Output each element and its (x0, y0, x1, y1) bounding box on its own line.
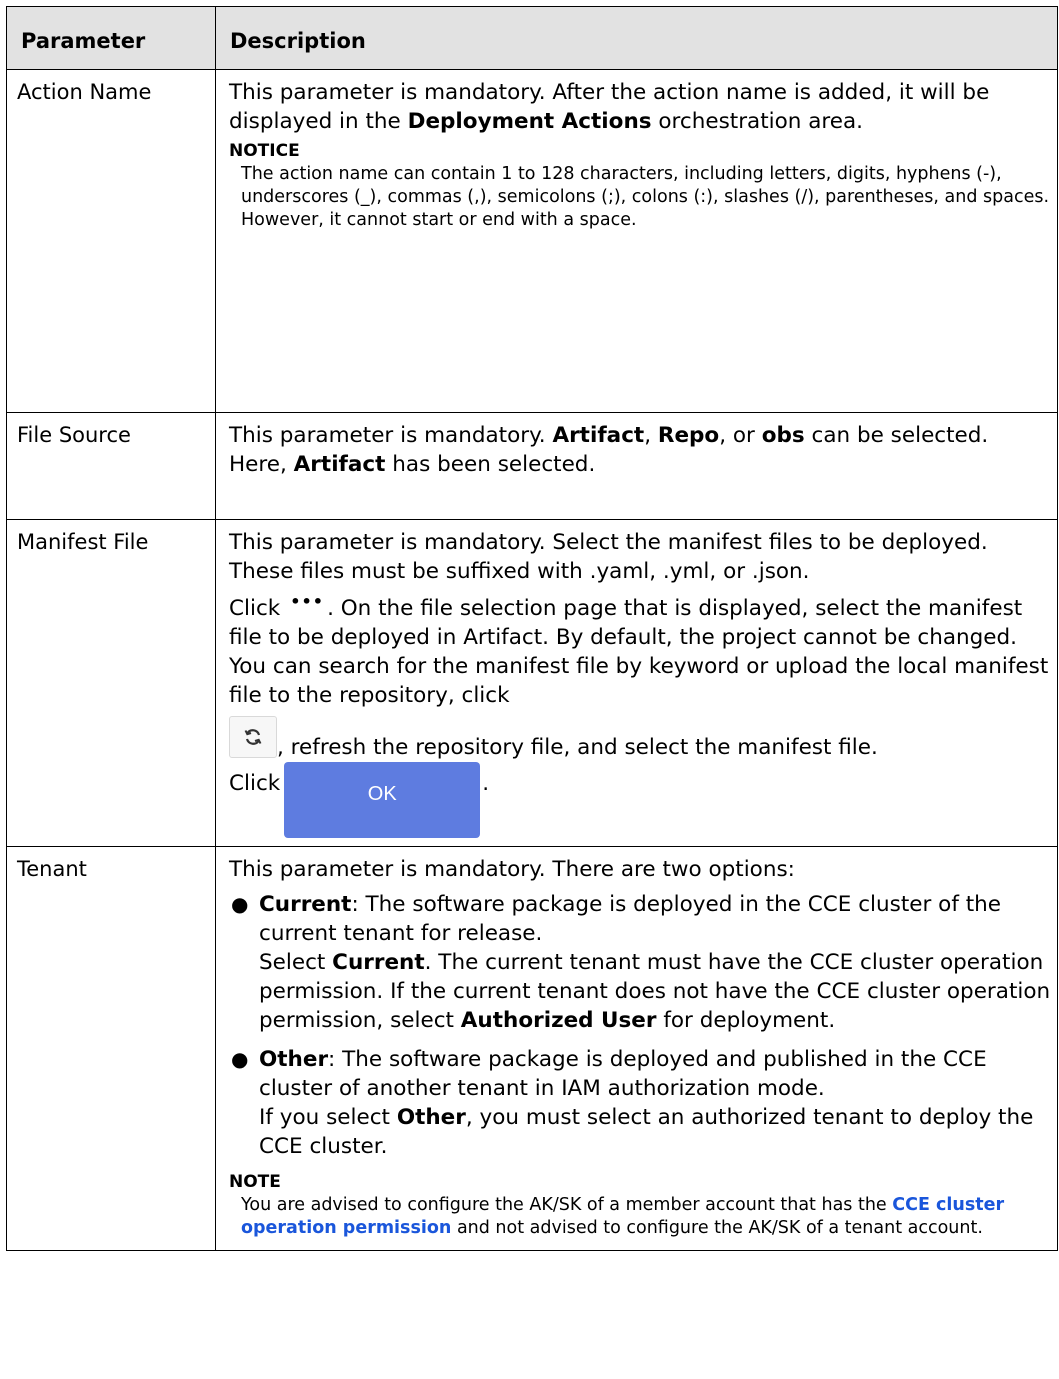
deployment-actions-term: Deployment Actions (407, 109, 652, 134)
desc-action-name: This parameter is mandatory. After the a… (215, 69, 1058, 413)
bullet-icon: ● (231, 1047, 249, 1071)
ok-button-image: OK (284, 762, 481, 838)
file-source-text: This parameter is mandatory. Artifact, R… (229, 423, 989, 477)
table-row: Action Name This parameter is mandatory.… (6, 69, 1058, 413)
notice-body: The action name can contain 1 to 128 cha… (241, 164, 1050, 230)
desc-tenant: This parameter is mandatory. There are t… (215, 846, 1058, 1251)
bullet-icon: ● (231, 892, 249, 916)
desc-manifest-file: This parameter is mandatory. Select the … (215, 519, 1058, 847)
param-manifest-file: Manifest File (6, 519, 216, 847)
manifest-intro: This parameter is mandatory. Select the … (229, 530, 988, 584)
param-tenant: Tenant (6, 846, 216, 1251)
param-file-source: File Source (6, 412, 216, 520)
more-icon: ••• (290, 592, 324, 611)
tenant-intro: This parameter is mandatory. There are t… (229, 857, 795, 882)
refresh-icon (229, 716, 277, 758)
header-description: Description (215, 6, 1058, 70)
table-row: Manifest File This parameter is mandator… (6, 519, 1058, 847)
note-body: You are advised to configure the AK/SK o… (241, 1195, 1005, 1238)
table-row: Tenant This parameter is mandatory. Ther… (6, 846, 1058, 1251)
note-title: NOTE (229, 1172, 281, 1192)
list-item: ● Current: The software package is deplo… (231, 892, 1051, 1033)
tenant-options-list: ● Current: The software package is deplo… (229, 890, 1051, 1161)
table-header-row: Parameter Description (6, 6, 1058, 70)
header-parameter: Parameter (6, 6, 216, 70)
list-item: ● Other: The software package is deploye… (231, 1047, 1034, 1159)
notice-title: NOTICE (229, 141, 300, 161)
desc-file-source: This parameter is mandatory. Artifact, R… (215, 412, 1058, 520)
action-name-text: This parameter is mandatory. After the a… (229, 80, 990, 134)
parameter-table: Parameter Description Action Name This p… (6, 6, 1058, 1251)
table-row: File Source This parameter is mandatory.… (6, 412, 1058, 520)
manifest-instructions: Click •••. On the file selection page th… (229, 594, 1051, 838)
param-action-name: Action Name (6, 69, 216, 413)
